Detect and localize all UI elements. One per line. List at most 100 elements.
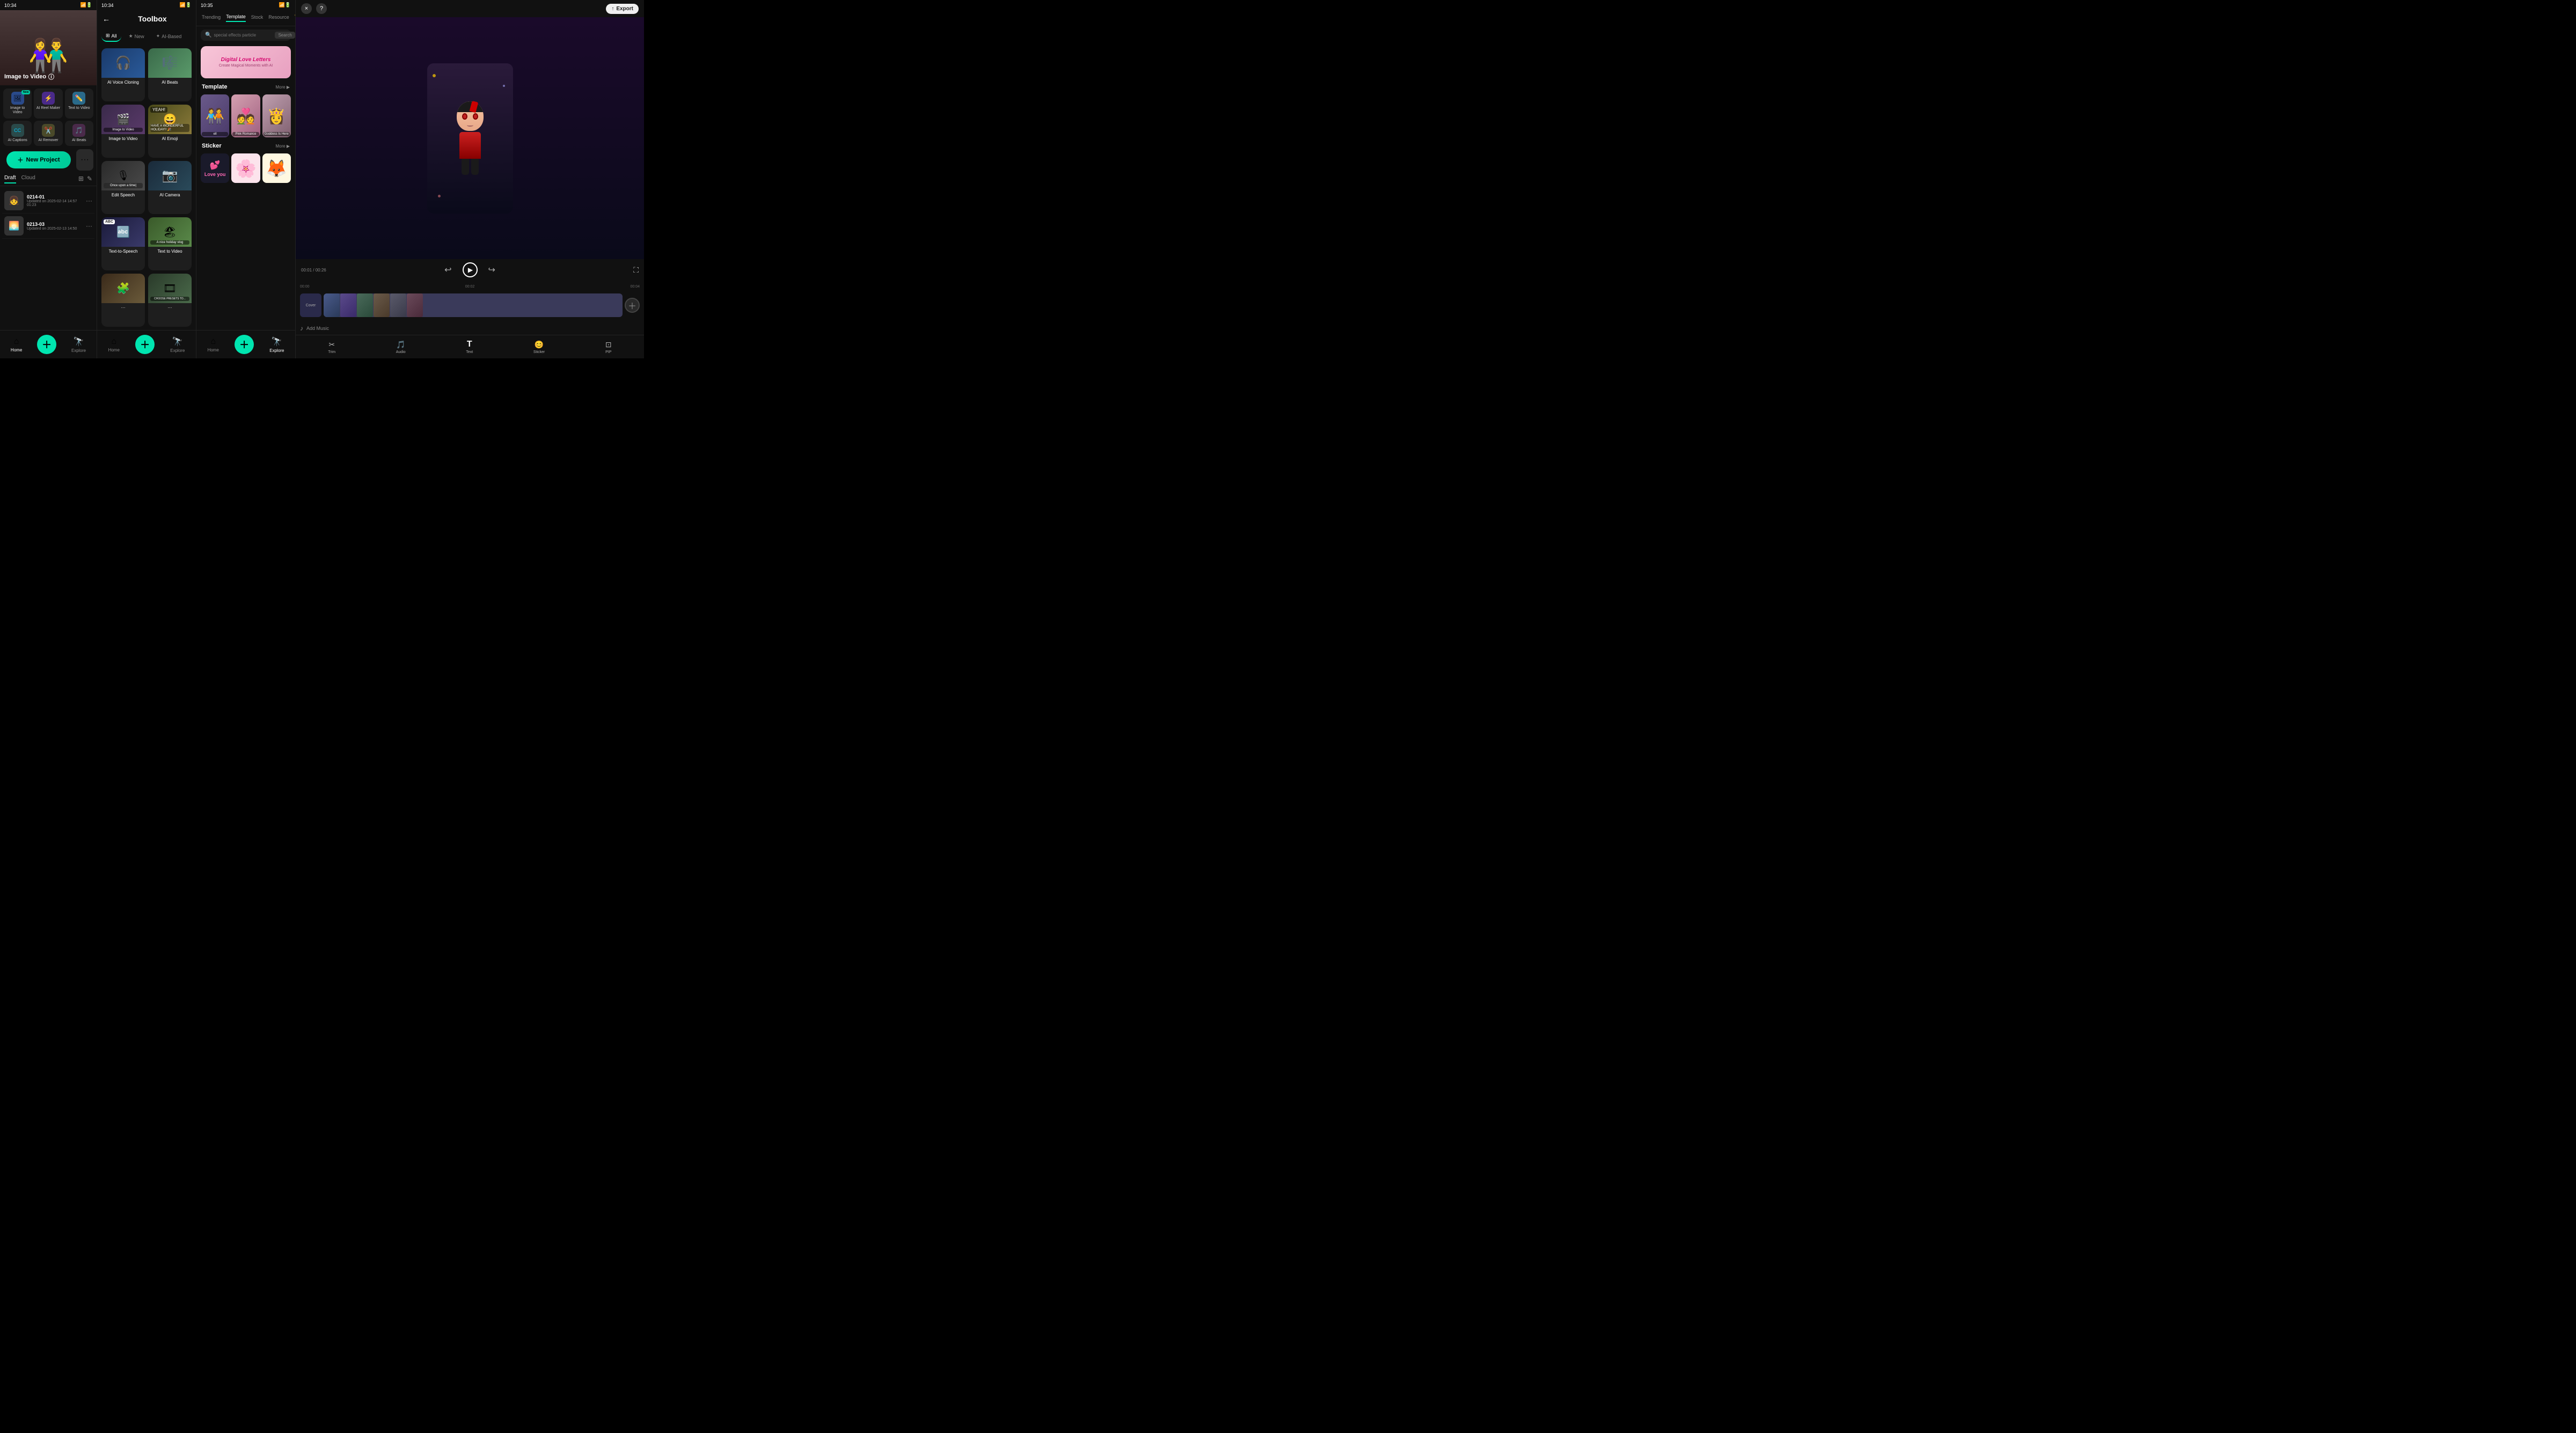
export-button[interactable]: ↑ Export (606, 4, 639, 14)
tool-name-more-a: ··· (101, 303, 145, 312)
hero-banner[interactable]: Image to Video ⓘ (0, 10, 97, 85)
tool-name-tts: Text-to-Speech (101, 247, 145, 256)
close-button[interactable]: × (301, 3, 312, 14)
template-card-2[interactable]: 👸 Goddess Is Here (262, 94, 291, 137)
template-card-1[interactable]: 💑 Pink Romance (231, 94, 260, 137)
template-more-link[interactable]: More ▶ (275, 85, 290, 90)
grid-view-icon[interactable]: ⊞ (78, 175, 84, 183)
text-icon: T (467, 340, 472, 349)
tab-resource[interactable]: Resource (268, 14, 289, 21)
tool-ai-beats[interactable]: 🎵 AI Beats (65, 121, 93, 146)
track-cover[interactable]: Cover (300, 293, 321, 317)
filter-tab-all[interactable]: ⊞ All (101, 31, 121, 42)
draft-name-0213: 0213-03 (27, 222, 83, 227)
home-icon-3: ⌂ (210, 337, 216, 347)
sticker-icon: 😊 (535, 340, 544, 349)
tool-ai-reel-maker[interactable]: ⚡ AI Reel Maker (34, 89, 62, 119)
add-icon-1: ＋ (42, 337, 52, 351)
tool-label-captions: AI Captions (8, 138, 27, 143)
draft-item-0214[interactable]: 👧 0214-01 Updated on 2025-02-14 14:57 01… (2, 188, 94, 214)
nav-home-2[interactable]: ⌂ Home (108, 337, 120, 352)
track-clips[interactable] (324, 293, 623, 317)
nav-home-3[interactable]: ⌂ Home (208, 337, 219, 352)
tool-trim[interactable]: ✂ Trim (328, 340, 335, 354)
explore-icon-3: 🔭 (272, 336, 282, 347)
preview-video-frame (427, 63, 513, 214)
search-input[interactable] (214, 33, 273, 38)
add-button-1[interactable]: ＋ (37, 335, 56, 354)
edit-icon[interactable]: ✎ (87, 175, 92, 183)
track-frame-4 (390, 293, 406, 317)
status-icons-1: 📶🔋 (80, 2, 92, 8)
tool-card-more-a[interactable]: 🧩 ··· (101, 274, 145, 327)
nav-explore-3[interactable]: 🔭 Explore (269, 336, 284, 353)
filter-tab-ai[interactable]: ✦ AI-Based (152, 31, 186, 42)
trim-label: Trim (328, 350, 335, 354)
tool-card-img2vid[interactable]: 🎬 Image to Video Image to Video (101, 105, 145, 158)
tab-draft[interactable]: Draft (4, 175, 16, 183)
play-button[interactable]: ▶ (463, 262, 478, 277)
redo-button[interactable]: ↪ (488, 264, 495, 275)
fullscreen-button[interactable]: ⛶ (633, 266, 639, 275)
tool-card-ai-voice-cloning[interactable]: 🎧 AI Voice Cloning (101, 48, 145, 101)
sticker-card-fox[interactable]: 🦊 (262, 153, 291, 183)
filter-tab-new[interactable]: ★ New (125, 31, 149, 42)
tab-cloud[interactable]: Cloud (21, 175, 35, 183)
tool-text[interactable]: T Text (466, 340, 473, 354)
tab-template[interactable]: Template (226, 14, 246, 22)
tool-name-img2vid2: ··· (148, 303, 192, 312)
audio-label: Audio (396, 350, 406, 354)
tool-ai-captions[interactable]: CC AI Captions (3, 121, 32, 146)
sticker-card-heart[interactable]: 🌸 (231, 153, 260, 183)
more-button[interactable]: ··· (76, 149, 93, 171)
tool-label-image-to-video: Image to Video (5, 106, 30, 115)
draft-more-icon-0213[interactable]: ··· (86, 222, 92, 230)
sticker-more-link[interactable]: More ▶ (275, 144, 290, 149)
new-project-button[interactable]: ＋ New Project (6, 151, 71, 168)
sticker-card-love-you[interactable]: 💕 Love you (201, 153, 229, 183)
music-row[interactable]: ♪ Add Music (296, 322, 644, 335)
help-button[interactable]: ? (316, 3, 327, 14)
tool-card-img2vid2[interactable]: 🎞 CHOOSE PRESETS TO... ··· (148, 274, 192, 327)
toolbox-header: ← Toolbox (97, 10, 196, 27)
pip-label: PIP (605, 350, 611, 354)
add-button-3[interactable]: ＋ (235, 335, 254, 354)
tool-thumb-img2vid2: 🎞 CHOOSE PRESETS TO... (148, 274, 192, 303)
tool-text-to-video[interactable]: ✏️ Text to Video (65, 89, 93, 119)
tab-stock[interactable]: Stock (251, 14, 264, 21)
tool-card-ai-camera[interactable]: 📷 AI Camera (148, 161, 192, 214)
tool-card-edit-speech[interactable]: 🎙 Once upon a time| Edit Speech (101, 161, 145, 214)
tool-card-ai-beats[interactable]: 🎼 AI Beats (148, 48, 192, 101)
nav-explore-1[interactable]: 🔭 Explore (71, 336, 86, 353)
tab-trending[interactable]: Trending (202, 14, 221, 21)
tool-ai-remover[interactable]: ✂️ AI Remover (34, 121, 62, 146)
tool-pip[interactable]: ⊡ PIP (605, 340, 612, 354)
ruler-mark-0: 00:00 (300, 285, 310, 289)
template-card-0[interactable]: 🧑‍🤝‍🧑 ell (201, 94, 229, 137)
music-note-icon: ♪ (300, 325, 303, 332)
back-button[interactable]: ← (103, 14, 110, 23)
tool-card-tts[interactable]: 🔤 ABC Text-to-Speech (101, 217, 145, 270)
add-button-2[interactable]: ＋ (135, 335, 155, 354)
undo-icon: ↩ (444, 266, 451, 275)
draft-item-0213[interactable]: 🌅 0213-03 Updated on 2025-02-13 14:50 ··… (2, 214, 94, 239)
tool-audio[interactable]: 🎵 Audio (396, 340, 406, 354)
draft-more-icon-0214[interactable]: ··· (86, 197, 92, 204)
tool-card-ai-emoji[interactable]: 😄 YEAH! HAVE A WONDERFUL HOLIDAY!! 🎉 AI … (148, 105, 192, 158)
undo-button[interactable]: ↩ (444, 264, 451, 275)
tool-thumb-ai-camera: 📷 (148, 161, 192, 190)
home-icon-2: ⌂ (111, 337, 116, 347)
bottom-nav-2: ⌂ Home ＋ 🔭 Explore (97, 330, 196, 358)
search-button[interactable]: Search (275, 32, 295, 39)
status-bar-2: 10:34 📶🔋 (97, 0, 196, 10)
add-track-button[interactable]: ＋ (625, 298, 640, 313)
tool-card-t2v[interactable]: 🏖 A nice holiday vlog Text to Video (148, 217, 192, 270)
featured-banner[interactable]: Digital Love Letters Create Magical Mome… (201, 46, 291, 78)
tool-image-to-video[interactable]: New 🖼 Image to Video (3, 89, 32, 119)
nav-explore-label-3: Explore (269, 348, 284, 353)
tool-sticker[interactable]: 😊 Sticker (533, 340, 545, 354)
new-project-label: New Project (26, 157, 60, 163)
nav-explore-2[interactable]: 🔭 Explore (170, 336, 185, 353)
nav-home-1[interactable]: ⌂ Home (11, 337, 22, 352)
draft-info-0214: 0214-01 Updated on 2025-02-14 14:57 01:2… (27, 194, 83, 207)
